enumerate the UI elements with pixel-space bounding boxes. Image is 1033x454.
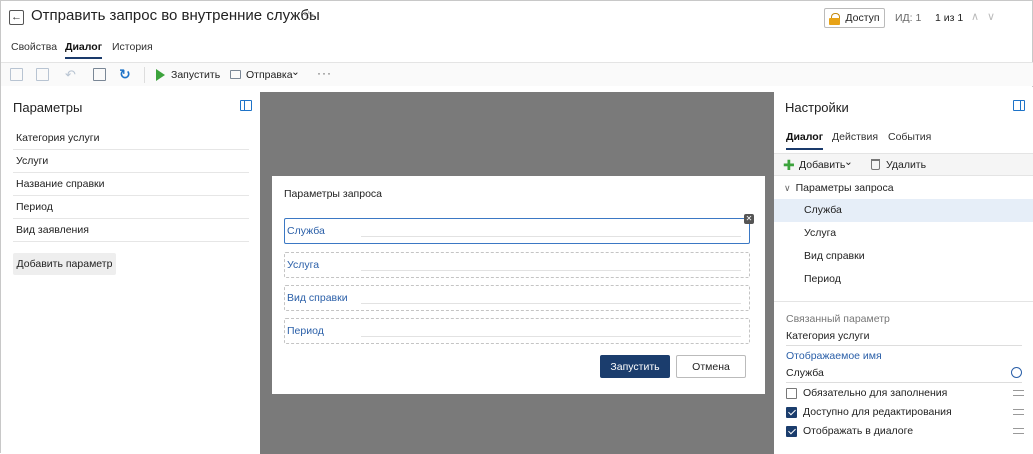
checkbox-label: Отображать в диалоге <box>803 425 914 437</box>
list-item[interactable]: Услуги <box>13 150 249 173</box>
back-button[interactable]: ← <box>9 10 24 25</box>
dialog-run-button[interactable]: Запустить <box>600 355 670 378</box>
dialog-title: Параметры запроса <box>284 188 382 200</box>
parameter-tree: ∨ Параметры запроса Служба Услуга Вид спр… <box>774 177 1033 291</box>
list-item[interactable]: Период <box>13 196 249 219</box>
send-dropdown[interactable]: Отправка <box>246 69 293 81</box>
tab-settings-actions[interactable]: Действия <box>832 131 878 148</box>
chevron-down-icon[interactable]: ⌄ <box>844 156 853 168</box>
divider <box>774 301 1033 302</box>
show-in-dialog-checkbox-row[interactable]: Отображать в диалоге <box>786 424 1024 442</box>
show-in-dialog-checkbox[interactable] <box>786 426 797 437</box>
close-icon[interactable]: ✕ <box>744 214 754 224</box>
editable-checkbox[interactable] <box>786 407 797 418</box>
tab-settings-events[interactable]: События <box>888 131 931 148</box>
lock-icon <box>829 12 841 25</box>
undo-icon[interactable]: ↶ <box>65 68 78 81</box>
chevron-up-icon[interactable]: ∧ <box>971 10 979 23</box>
chevron-down-icon[interactable]: ∨ <box>987 10 995 23</box>
list-item[interactable]: Название справки <box>13 173 249 196</box>
parameters-title: Параметры <box>13 100 83 115</box>
access-label: Доступ <box>845 12 880 24</box>
settings-panel: Настройки Диалог Действия События ✚ Доба… <box>774 87 1033 453</box>
tree-root[interactable]: ∨ Параметры запроса <box>774 177 1033 199</box>
star-icon[interactable]: ☆ <box>303 8 315 24</box>
dialog-field-service-item[interactable]: Услуга <box>284 252 750 278</box>
editable-checkbox-row[interactable]: Доступно для редактирования <box>786 405 1024 423</box>
delete-button[interactable]: Удалить <box>886 159 926 171</box>
arrow-left-icon: ← <box>11 11 22 23</box>
field-label: Служба <box>287 225 325 237</box>
dialog-preview: Параметры запроса Служба ✕ Услуга Вид сп… <box>272 176 765 394</box>
field-label: Услуга <box>287 259 320 271</box>
linked-param-field[interactable]: Категория услуги <box>786 330 1022 346</box>
header: ← Отправить запрос во внутренние службы … <box>1 1 1033 35</box>
field-input-line <box>361 236 741 237</box>
field-input-line <box>361 270 741 271</box>
parameters-panel: Параметры Категория услуги Услуги Назван… <box>1 87 260 453</box>
display-name-field[interactable]: Служба <box>786 367 1022 383</box>
access-button[interactable]: Доступ <box>824 8 885 28</box>
dialog-canvas: Параметры запроса Служба ✕ Услуга Вид сп… <box>260 92 774 454</box>
dialog-cancel-button[interactable]: Отмена <box>676 355 746 378</box>
required-checkbox[interactable] <box>786 388 797 399</box>
play-icon[interactable] <box>156 69 165 81</box>
plus-icon[interactable]: ✚ <box>783 158 795 172</box>
copy-icon[interactable] <box>93 68 106 81</box>
dialog-field-service[interactable]: Служба ✕ <box>284 214 754 244</box>
linked-param-label: Связанный параметр <box>786 313 890 325</box>
tab-dialog[interactable]: Диалог <box>65 41 103 59</box>
tree-item[interactable]: Вид справки <box>774 245 1033 268</box>
chevron-down-icon[interactable]: ⌄ <box>291 66 300 78</box>
list-item[interactable]: Категория услуги <box>13 127 249 150</box>
toolbar-divider <box>144 67 145 83</box>
tree-item[interactable]: Период <box>774 268 1033 291</box>
display-name-value: Служба <box>786 367 824 379</box>
more-icon[interactable]: ··· <box>317 66 332 80</box>
toolbar: ↶ ↻ Запустить Отправка ⌄ ··· <box>1 62 1033 86</box>
record-id: ИД: 1 <box>895 12 922 24</box>
tab-history[interactable]: История <box>112 41 153 57</box>
tree-root-label: Параметры запроса <box>795 182 894 194</box>
tab-properties[interactable]: Свойства <box>11 41 57 57</box>
add-parameter-button[interactable]: Добавить параметр <box>13 253 116 275</box>
field-label: Вид справки <box>287 292 348 304</box>
tree-item[interactable]: Услуга <box>774 222 1033 245</box>
tree-item[interactable]: Служба <box>774 199 1033 222</box>
trash-icon[interactable] <box>871 159 880 170</box>
field-label: Период <box>287 325 324 337</box>
save-icon[interactable] <box>10 68 23 81</box>
dialog-field-certificate-type[interactable]: Вид справки <box>284 285 750 311</box>
refresh-icon[interactable]: ↻ <box>119 67 132 81</box>
save-all-icon[interactable] <box>36 68 49 81</box>
required-checkbox-row[interactable]: Обязательно для заполнения <box>786 386 1024 404</box>
parameter-list: Категория услуги Услуги Название справки… <box>13 127 249 242</box>
send-icon <box>230 70 241 79</box>
settings-toolbar: ✚ Добавить ⌄ Удалить <box>774 153 1033 176</box>
dialog-field-period[interactable]: Период <box>284 318 750 344</box>
settings-sliders-icon[interactable] <box>1013 407 1024 417</box>
main-tabs: Свойства Диалог История <box>1 37 1033 61</box>
display-name-label: Отображаемое имя <box>786 350 882 362</box>
settings-sliders-icon[interactable] <box>1013 388 1024 398</box>
field-input-line <box>361 336 741 337</box>
app-window: ← Отправить запрос во внутренние службы … <box>0 0 1033 454</box>
globe-icon[interactable] <box>1011 367 1022 378</box>
page-title: Отправить запрос во внутренние службы <box>31 7 320 24</box>
field-input-line <box>361 303 741 304</box>
panel-toggle-icon[interactable] <box>1013 100 1025 111</box>
chevron-down-icon[interactable]: ∨ <box>784 177 791 199</box>
add-button[interactable]: Добавить <box>799 159 845 171</box>
panel-toggle-icon[interactable] <box>240 100 252 111</box>
checkbox-label: Обязательно для заполнения <box>803 387 948 399</box>
tab-settings-dialog[interactable]: Диалог <box>786 131 824 150</box>
checkbox-label: Доступно для редактирования <box>803 406 952 418</box>
pager-text: 1 из 1 <box>935 12 964 24</box>
list-item[interactable]: Вид заявления <box>13 219 249 242</box>
settings-sliders-icon[interactable] <box>1013 426 1024 436</box>
settings-title: Настройки <box>785 100 849 115</box>
run-button[interactable]: Запустить <box>171 69 220 81</box>
